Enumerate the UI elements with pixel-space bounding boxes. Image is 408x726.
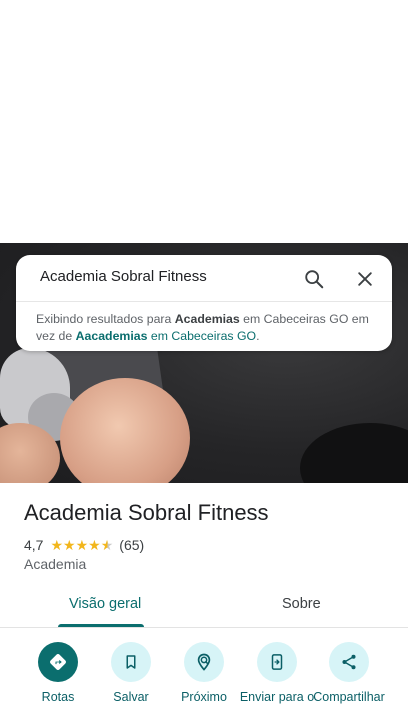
tab-about[interactable]: Sobre: [282, 596, 321, 612]
map-blank-area: [0, 0, 408, 243]
place-category: Academia: [24, 556, 87, 572]
active-tab-indicator: [58, 624, 144, 627]
search-bar[interactable]: Academia Sobral Fitness: [16, 255, 392, 302]
send-to-phone-icon: [257, 642, 297, 682]
star-icon: ★: [75, 537, 89, 553]
directions-label: Rotas: [41, 690, 75, 704]
directions-button[interactable]: Rotas: [18, 642, 98, 704]
star-half-icon: ★: [100, 537, 114, 553]
star-icon: ★: [50, 537, 64, 553]
rating-row[interactable]: 4,7 ★ ★ ★ ★ ★ (65): [24, 536, 144, 554]
review-count: (65): [119, 537, 145, 553]
search-icon[interactable]: [300, 265, 328, 293]
rating-value: 4,7: [24, 537, 44, 553]
tab-bar: Visão geral Sobre: [0, 582, 408, 628]
star-icon: ★: [88, 537, 101, 553]
close-icon[interactable]: [351, 265, 379, 293]
save-button[interactable]: Salvar: [91, 642, 171, 704]
original-query-link[interactable]: Aacademias: [76, 329, 148, 343]
nearby-icon: [184, 642, 224, 682]
directions-icon: [38, 642, 78, 682]
search-card: Academia Sobral Fitness Exibindo resulta…: [16, 255, 392, 351]
nearby-label: Próximo: [181, 690, 227, 704]
notice-prefix: Exibindo resultados para: [36, 312, 175, 326]
share-button[interactable]: Compartilhar: [309, 642, 389, 704]
notice-bold-term: Academias: [174, 312, 240, 326]
send-to-phone-button[interactable]: Enviar para o: [237, 642, 317, 704]
place-title: Academia Sobral Fitness: [24, 500, 269, 525]
search-input[interactable]: Academia Sobral Fitness: [40, 268, 207, 285]
notice-end: .: [256, 329, 260, 343]
save-label: Salvar: [113, 690, 149, 704]
action-bar: Rotas Salvar Próximo Enviar para o Compa…: [0, 640, 408, 726]
spelling-correction-notice: Exibindo resultados para Academias em Ca…: [36, 311, 376, 345]
nearby-button[interactable]: Próximo: [164, 642, 244, 704]
bookmark-icon: [111, 642, 151, 682]
tab-overview[interactable]: Visão geral: [69, 596, 141, 612]
star-icon: ★: [63, 537, 76, 553]
share-icon: [329, 642, 369, 682]
share-label: Compartilhar: [313, 690, 385, 704]
send-to-phone-label: Enviar para o: [239, 690, 315, 704]
rating-stars: ★ ★ ★ ★ ★: [50, 538, 113, 552]
original-query-location-link[interactable]: em Cabeceiras GO: [147, 329, 256, 343]
notice-location: em Cabeceiras GO: [239, 312, 349, 326]
